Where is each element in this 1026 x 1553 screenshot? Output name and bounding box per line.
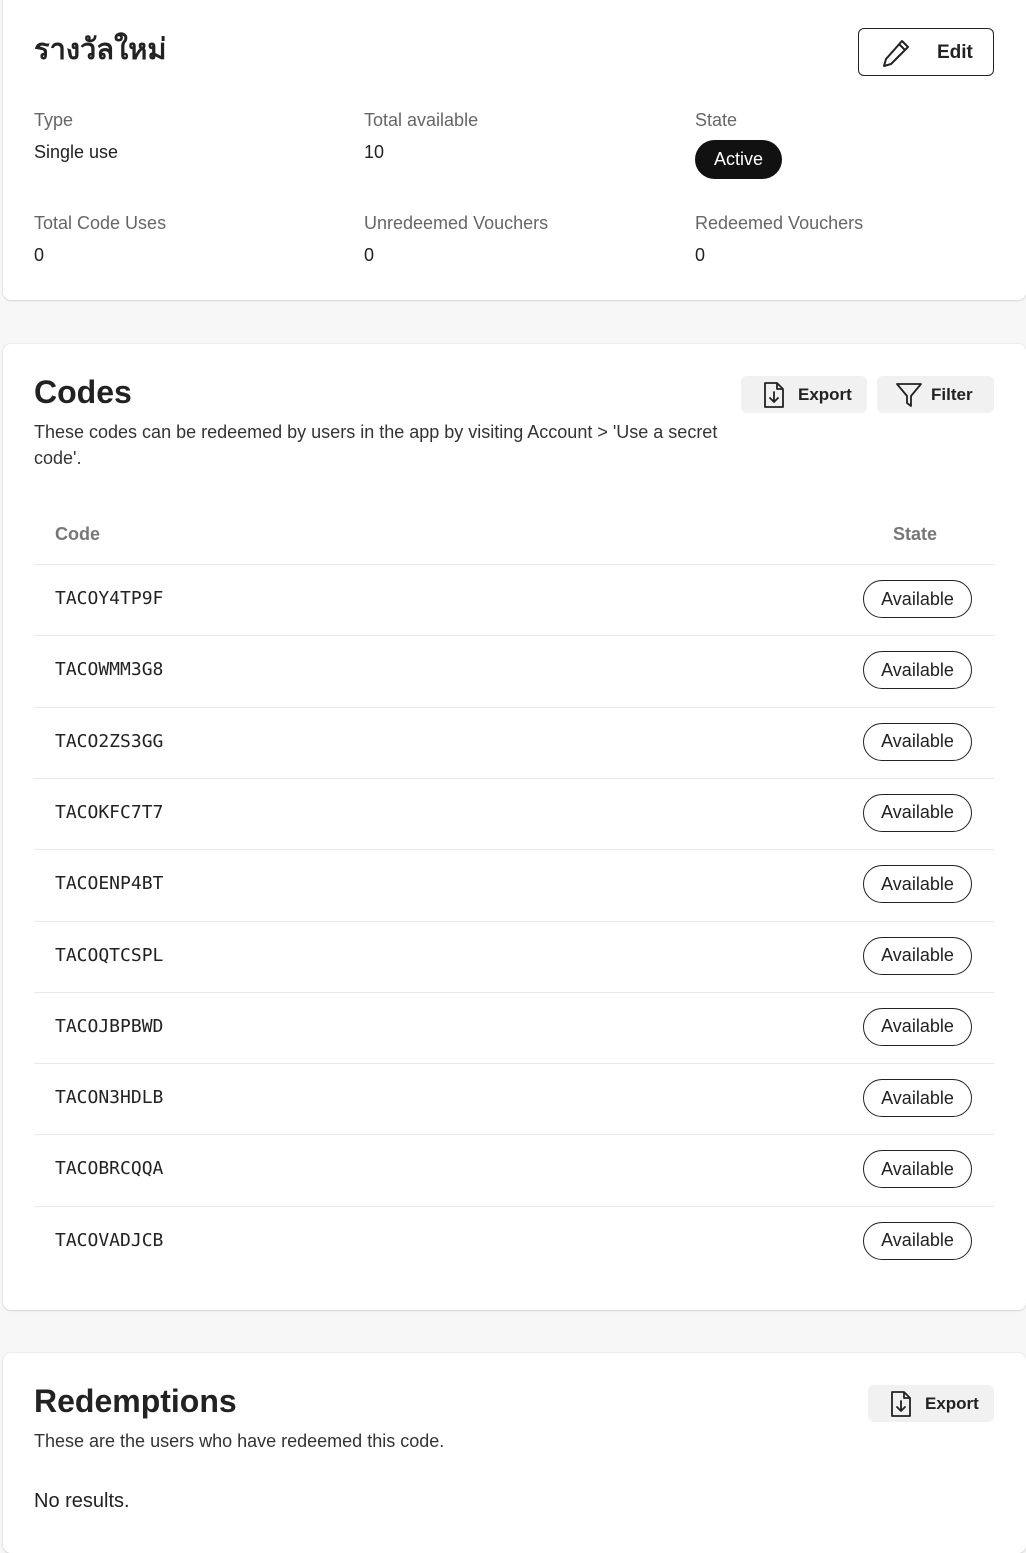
edit-button-label: Edit xyxy=(937,42,973,63)
code-value: TACOVADJCB xyxy=(55,1229,164,1251)
code-value: TACOENP4BT xyxy=(55,873,164,895)
file-download-icon xyxy=(764,382,784,408)
state-badge: Active xyxy=(695,140,782,179)
state-label: State xyxy=(695,110,738,130)
code-value: TACOQTCSPL xyxy=(55,944,164,966)
redemptions-export-label: Export xyxy=(925,1394,979,1413)
table-row[interactable]: TACOKFC7T7 Available xyxy=(34,778,994,849)
type-value: Single use xyxy=(34,142,119,162)
table-row[interactable]: TACOENP4BT Available xyxy=(34,849,994,920)
code-state-badge: Available xyxy=(863,936,972,975)
code-state-badge: Available xyxy=(863,793,972,832)
codes-description: These codes can be redeemed by users in … xyxy=(34,422,718,468)
redemptions-export-button[interactable]: Export xyxy=(868,1385,994,1422)
table-row[interactable]: TACO2ZS3GG Available xyxy=(34,707,994,778)
type-label: Type xyxy=(34,110,74,130)
code-value: TACOY4TP9F xyxy=(55,588,164,609)
empty-state-text: No results. xyxy=(34,1490,130,1512)
file-download-icon xyxy=(891,1391,911,1417)
code-value: TACOJBPBWD xyxy=(55,1015,164,1037)
code-state-badge: Available xyxy=(863,580,972,618)
redeemed-value: 0 xyxy=(695,245,706,265)
code-state-badge: Available xyxy=(863,722,972,761)
code-value: TACOBRCQQA xyxy=(55,1158,164,1180)
total-available-value: 10 xyxy=(364,142,385,162)
code-value: TACON3HDLB xyxy=(55,1087,164,1109)
column-header-state: State xyxy=(893,524,938,544)
table-row[interactable]: TACOVADJCB Available xyxy=(34,1206,994,1277)
code-value: TACOWMM3G8 xyxy=(55,659,164,681)
table-row[interactable]: TACON3HDLB Available xyxy=(34,1063,994,1134)
total-code-uses-value: 0 xyxy=(34,245,45,265)
pencil-icon xyxy=(883,40,909,67)
code-state-badge: Available xyxy=(863,1079,972,1118)
edit-button[interactable]: Edit xyxy=(858,28,994,76)
column-header-code: Code xyxy=(55,524,100,544)
code-state-badge: Available xyxy=(863,651,972,690)
total-code-uses-label: Total Code Uses xyxy=(34,213,167,233)
redemptions-description: These are the users who have redeemed th… xyxy=(34,1431,445,1451)
code-state-badge: Available xyxy=(863,1007,972,1046)
total-available-label: Total available xyxy=(364,110,479,130)
code-value: TACOKFC7T7 xyxy=(55,801,164,823)
code-state-badge: Available xyxy=(863,1221,972,1260)
codes-card: Codes These codes can be redeemed by use… xyxy=(3,344,1026,1310)
filter-label: Filter xyxy=(931,385,973,404)
table-row[interactable]: TACOY4TP9F Available xyxy=(34,564,994,635)
redeemed-label: Redeemed Vouchers xyxy=(695,213,864,233)
redemptions-title: Redemptions xyxy=(34,1383,237,1419)
codes-export-button[interactable]: Export xyxy=(741,376,867,413)
code-state-badge: Available xyxy=(863,1150,972,1189)
codes-export-label: Export xyxy=(798,385,852,404)
filter-button[interactable]: Filter xyxy=(877,376,994,413)
reward-summary-card: รางวัลใหม่ Edit Type Single use Total av… xyxy=(3,0,1026,300)
table-row[interactable]: TACOQTCSPL Available xyxy=(34,921,994,992)
unredeemed-value: 0 xyxy=(364,245,375,265)
table-row[interactable]: TACOBRCQQA Available xyxy=(34,1134,994,1205)
funnel-icon xyxy=(896,383,922,407)
code-state-badge: Available xyxy=(863,865,972,904)
code-value: TACO2ZS3GG xyxy=(55,730,164,752)
table-row[interactable]: TACOWMM3G8 Available xyxy=(34,635,994,706)
reward-title: รางวัลใหม่ xyxy=(34,32,167,66)
codes-title: Codes xyxy=(34,374,132,410)
unredeemed-label: Unredeemed Vouchers xyxy=(364,213,549,233)
table-row[interactable]: TACOJBPBWD Available xyxy=(34,992,994,1063)
redemptions-card: Redemptions These are the users who have… xyxy=(3,1353,1026,1553)
